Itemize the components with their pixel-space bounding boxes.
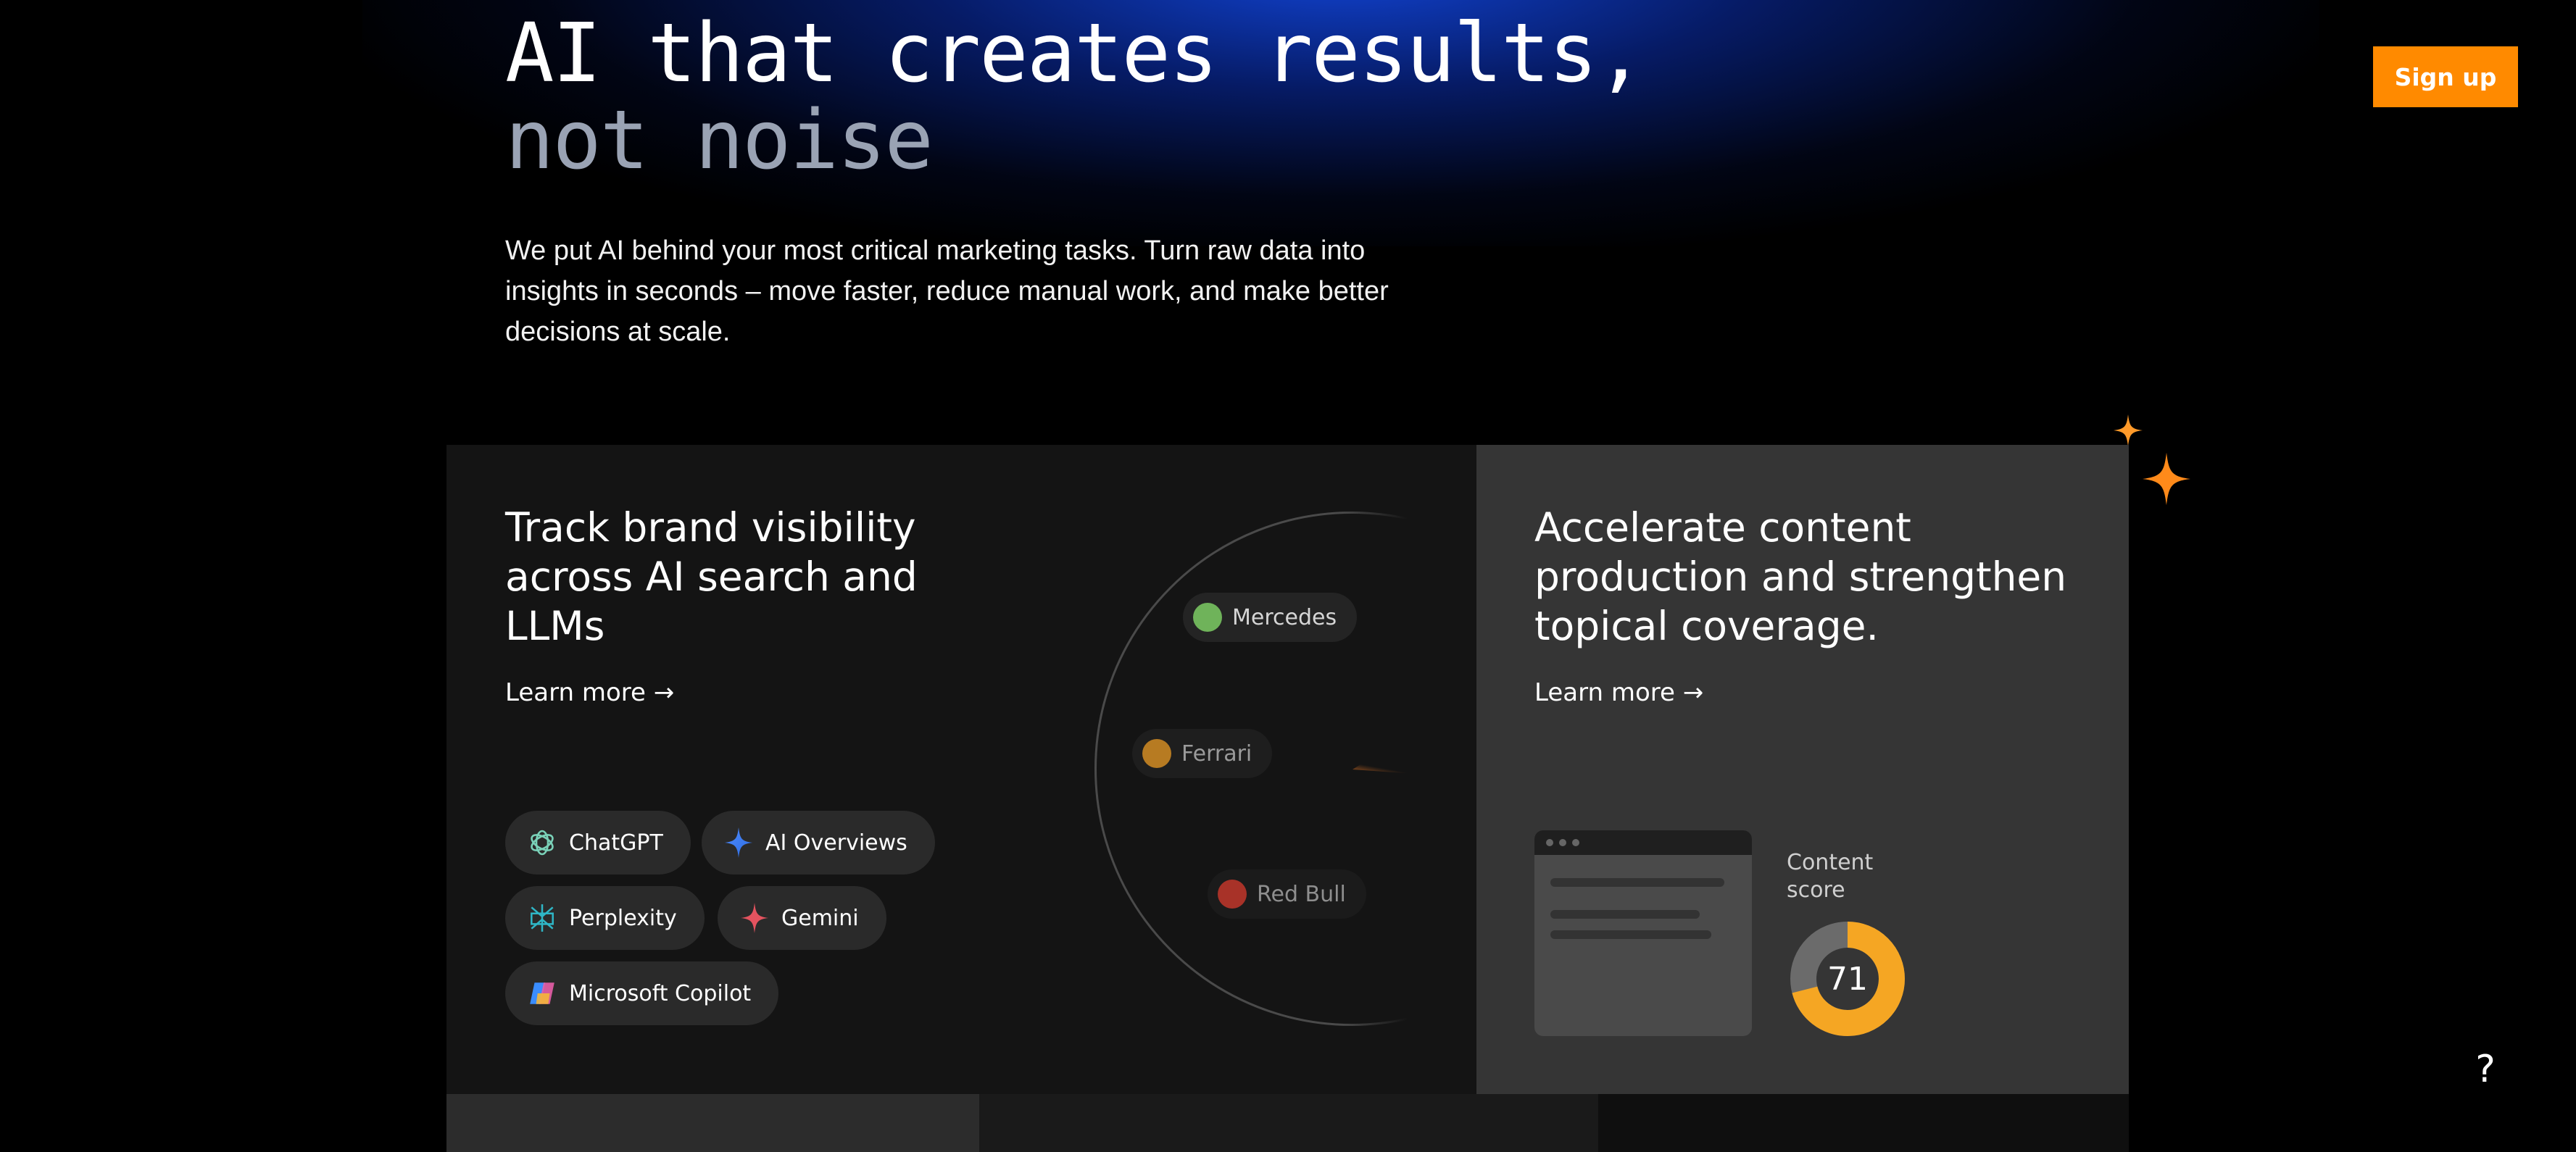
chip-chatgpt: ChatGPT [505,811,691,875]
sparkle-icon [723,827,754,858]
chip-label: Gemini [781,905,859,931]
small-sparkle-icon [2114,414,2143,446]
content-score-label: Content score [1787,850,1874,903]
hero-title: AI that creates results, not noise [505,7,1645,188]
brand-label: Mercedes [1232,604,1337,630]
visibility-card-title: Track brand visibility across AI search … [505,504,918,649]
content-card-title: Accelerate content production and streng… [1534,504,2067,649]
document-line [1550,910,1700,919]
document-line [1550,930,1711,939]
perplexity-icon [527,903,557,933]
page: AI that creates results, not noise We pu… [0,0,2576,1152]
brand-chip-ferrari: Ferrari [1132,729,1273,778]
openai-knot-icon [527,827,557,858]
document-preview [1534,830,1752,1036]
mercedes-dot [1193,603,1222,632]
ferrari-dot [1142,739,1171,768]
brand-chip-red-bull: Red Bull [1208,869,1366,919]
brand-label: Ferrari [1181,740,1252,767]
chip-gemini: Gemini [718,886,886,950]
document-titlebar [1534,830,1752,855]
hero-subtitle: We put AI behind your most critical mark… [505,235,1389,347]
next-card-1 [446,1094,979,1152]
help-button[interactable]: ? [2467,1048,2504,1091]
brand-label: Red Bull [1257,881,1346,907]
hero-title-line2: not noise [505,93,934,188]
red-bull-dot [1218,880,1247,909]
gemini-star-icon [739,903,770,933]
signup-button[interactable]: Sign up [2373,46,2518,107]
visibility-learn-more-link[interactable]: Learn more → [505,678,674,707]
hero-title-line1: AI that creates results, [505,7,1645,101]
content-score-value: 71 [1827,960,1868,998]
content-learn-more-link[interactable]: Learn more → [1534,678,1703,707]
chip-label: Microsoft Copilot [569,980,752,1006]
chip-microsoft-copilot: Microsoft Copilot [505,961,779,1025]
next-card-2 [979,1094,1598,1152]
brand-chip-mercedes: Mercedes [1183,593,1358,642]
large-sparkle-icon [2143,452,2190,506]
chip-perplexity: Perplexity [505,886,705,950]
orbit-fade [1342,445,1415,1094]
copilot-icon [527,978,557,1009]
chip-label: AI Overviews [765,830,907,856]
chip-label: Perplexity [569,905,677,931]
chip-label: ChatGPT [569,830,663,856]
chip-ai-overviews: AI Overviews [702,811,935,875]
document-line [1550,878,1724,887]
next-card-3 [1598,1094,2129,1152]
